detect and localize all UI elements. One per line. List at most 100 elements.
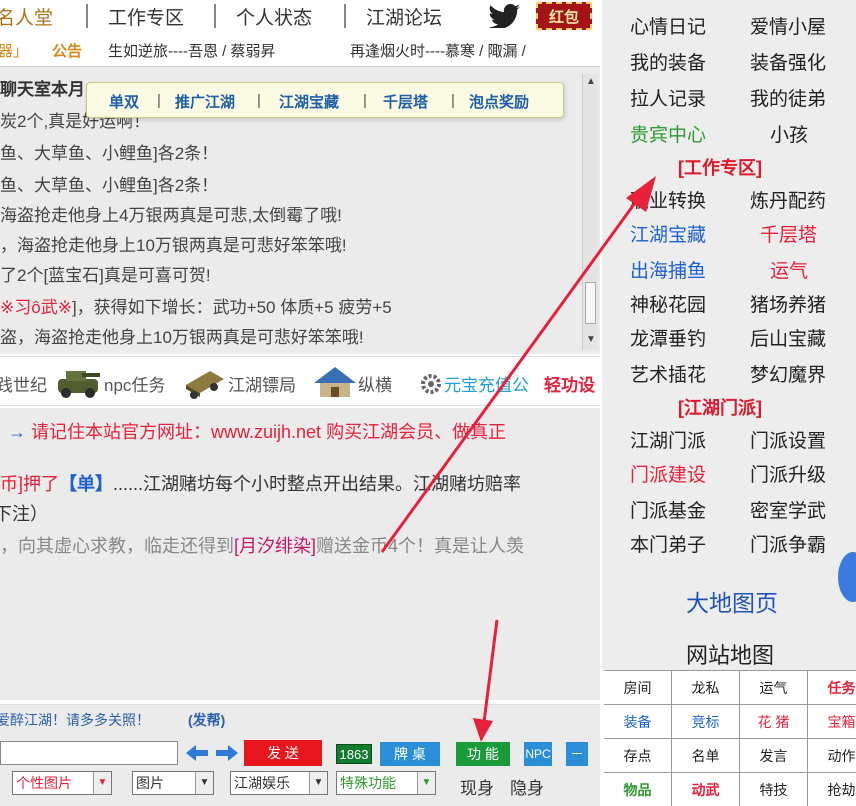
grid-cell[interactable]: 竞标 — [672, 705, 740, 739]
sidebar-link[interactable]: 装备强化 — [750, 48, 826, 75]
scroll-down-icon[interactable]: ▼ — [586, 334, 596, 345]
strip-item-npc-task[interactable]: npc任务 — [104, 371, 165, 396]
site-map-link[interactable]: 网站地图 — [686, 638, 774, 670]
sidebar-link[interactable]: 门派建设 — [630, 460, 706, 487]
grid-cell[interactable]: 龙私 — [672, 671, 740, 705]
grid-cell[interactable]: 动作 — [808, 739, 856, 773]
sidebar-link[interactable]: 门派基金 — [630, 496, 706, 523]
chat-input[interactable] — [0, 741, 178, 765]
chevron-down-icon: ▼ — [195, 772, 213, 794]
grid-cell[interactable]: 宝箱 — [808, 705, 856, 739]
image-select[interactable]: 个性图片 ▼ — [12, 771, 112, 795]
sidebar-link[interactable]: 门派争霸 — [750, 530, 826, 557]
sidebar-link[interactable]: 职业转换 — [630, 186, 706, 213]
popup-item-treasure[interactable]: 江湖宝藏 — [279, 91, 339, 112]
sidebar-link[interactable]: 梦幻魔界 — [750, 360, 826, 387]
sidebar-link-vip[interactable]: 贵宾中心 — [630, 120, 706, 147]
gear-icon — [421, 374, 441, 394]
nav-personal-status[interactable]: 个人状态 — [236, 3, 312, 30]
sidebar-link[interactable]: 门派设置 — [750, 426, 826, 453]
chevron-down-icon: ▼ — [417, 772, 435, 794]
grid-cell[interactable]: 存点 — [604, 739, 672, 773]
cart-icon — [186, 371, 224, 399]
select-value: 江湖娱乐 — [234, 775, 290, 791]
grid-cell[interactable]: 装备 — [604, 705, 672, 739]
sidebar-link[interactable]: 龙潭垂钓 — [630, 324, 706, 351]
sidebar-link[interactable]: 爱情小屋 — [750, 12, 826, 39]
chat-line: ※习ô武※]，获得如下增长：武功+50 体质+5 疲劳+5 — [0, 293, 392, 318]
sidebar-link[interactable]: 本门弟子 — [630, 530, 706, 557]
sidebar-link[interactable]: 我的徒弟 — [750, 84, 826, 111]
chat-scrollbar[interactable]: ▲ ▼ — [582, 74, 598, 350]
grid-cell[interactable]: 花 猪 — [740, 705, 808, 739]
sidebar-link[interactable]: 门派升级 — [750, 460, 826, 487]
item-name[interactable]: [月汐绯染] — [234, 536, 316, 556]
arrow-glyph: → — [8, 422, 26, 442]
arrow-right-icon[interactable] — [214, 743, 238, 763]
strip-item-qinggong[interactable]: 轻功设 — [544, 371, 595, 396]
popup-item-tower[interactable]: 千层塔 — [383, 91, 428, 112]
sidebar-link[interactable]: 我的装备 — [630, 48, 706, 75]
minus-button[interactable]: － — [566, 742, 588, 766]
floating-button[interactable] — [838, 552, 856, 602]
grid-cell[interactable]: 抢劫 — [808, 773, 856, 806]
sidebar-link[interactable]: 运气 — [770, 256, 808, 283]
grid-cell[interactable]: 特技 — [740, 773, 808, 806]
entertainment-select[interactable]: 江湖娱乐 ▼ — [230, 771, 328, 795]
announce-text-2[interactable]: 再逢烟火时----慕寒 / 陬漏 / — [350, 40, 526, 61]
nav-work-zone[interactable]: 工作专区 — [108, 3, 184, 30]
site-notice[interactable]: 请记住本站官方网址：www.zuijh.net 购买江湖会员、做真正 — [31, 422, 506, 442]
npc-button[interactable]: NPC — [524, 742, 552, 766]
grid-cell[interactable]: 发言 — [740, 739, 808, 773]
world-map-link[interactable]: 大地图页 — [686, 584, 778, 618]
table-button[interactable]: 牌 桌 — [380, 742, 440, 766]
arrow-left-icon[interactable] — [186, 743, 210, 763]
nav-hall-of-fame[interactable]: 名人堂 — [0, 3, 53, 30]
sidebar-link[interactable]: 出海捕鱼 — [630, 256, 706, 283]
special-select[interactable]: 特殊功能 ▼ — [336, 771, 436, 795]
sidebar-link[interactable]: 密室学武 — [750, 496, 826, 523]
sidebar-link[interactable]: 江湖宝藏 — [630, 220, 706, 247]
popup-item-idle-reward[interactable]: 泡点奖励 — [469, 91, 529, 112]
grid-cell[interactable]: 运气 — [740, 671, 808, 705]
popup-item-promote[interactable]: 推广江湖 — [175, 91, 235, 112]
message-line: ，向其虚心求教，临走还得到[月汐绯染]赠送金币4个！真是让人羡 — [0, 532, 524, 558]
sidebar-link[interactable]: 猪场养猪 — [750, 290, 826, 317]
strip-item-recharge[interactable]: 元宝充值公 — [444, 371, 529, 396]
function-button[interactable]: 功 能 — [456, 742, 510, 766]
sidebar-link[interactable]: 江湖门派 — [630, 426, 706, 453]
strip-item-era[interactable]: 践世纪 — [0, 371, 47, 396]
right-sidebar: 心情日记 爱情小屋 我的装备 装备强化 拉人记录 我的徒弟 贵宾中心 小孩 [工… — [602, 0, 856, 670]
strip-item-zongheng[interactable]: 纵横 — [358, 371, 392, 396]
popup-sep: | — [363, 92, 367, 109]
grid-cell[interactable]: 任务 — [808, 671, 856, 705]
sidebar-link[interactable]: 神秘花园 — [630, 290, 706, 317]
announce-text-1[interactable]: 生如逆旅----吾恩 / 蔡弱昇 — [108, 40, 275, 61]
popup-item-odd-even[interactable]: 单双 — [109, 91, 139, 112]
red-envelope-button[interactable]: 红包 — [536, 2, 592, 30]
nav-forum[interactable]: 江湖论坛 — [366, 3, 442, 30]
grid-cell[interactable]: 动武 — [672, 773, 740, 806]
sidebar-link[interactable]: 后山宝藏 — [750, 324, 826, 351]
scroll-up-icon[interactable]: ▲ — [586, 76, 596, 87]
grid-cell[interactable]: 物品 — [604, 773, 672, 806]
popup-sep: | — [257, 92, 261, 109]
sidebar-link[interactable]: 艺术插花 — [630, 360, 706, 387]
grid-cell[interactable]: 名单 — [672, 739, 740, 773]
send-button[interactable]: 发 送 — [244, 740, 322, 766]
sidebar-link[interactable]: 炼丹配药 — [750, 186, 826, 213]
nav-separator — [214, 4, 216, 28]
grid-cell[interactable]: 房间 — [604, 671, 672, 705]
picture-select[interactable]: 图片 ▼ — [132, 771, 214, 795]
send-guild-link[interactable]: (发帮) — [188, 710, 225, 730]
announce-prefix: 器」 — [0, 43, 29, 60]
strip-item-escort[interactable]: 江湖镖局 — [228, 371, 296, 396]
sidebar-link[interactable]: 拉人记录 — [630, 84, 706, 111]
scroll-thumb[interactable] — [585, 282, 596, 324]
sidebar-link[interactable]: 心情日记 — [630, 12, 706, 39]
twitter-icon[interactable] — [488, 4, 522, 28]
show-link[interactable]: 现身 — [460, 774, 494, 799]
sidebar-link[interactable]: 千层塔 — [760, 220, 817, 247]
hide-link[interactable]: 隐身 — [510, 774, 544, 799]
sidebar-link[interactable]: 小孩 — [770, 120, 808, 147]
